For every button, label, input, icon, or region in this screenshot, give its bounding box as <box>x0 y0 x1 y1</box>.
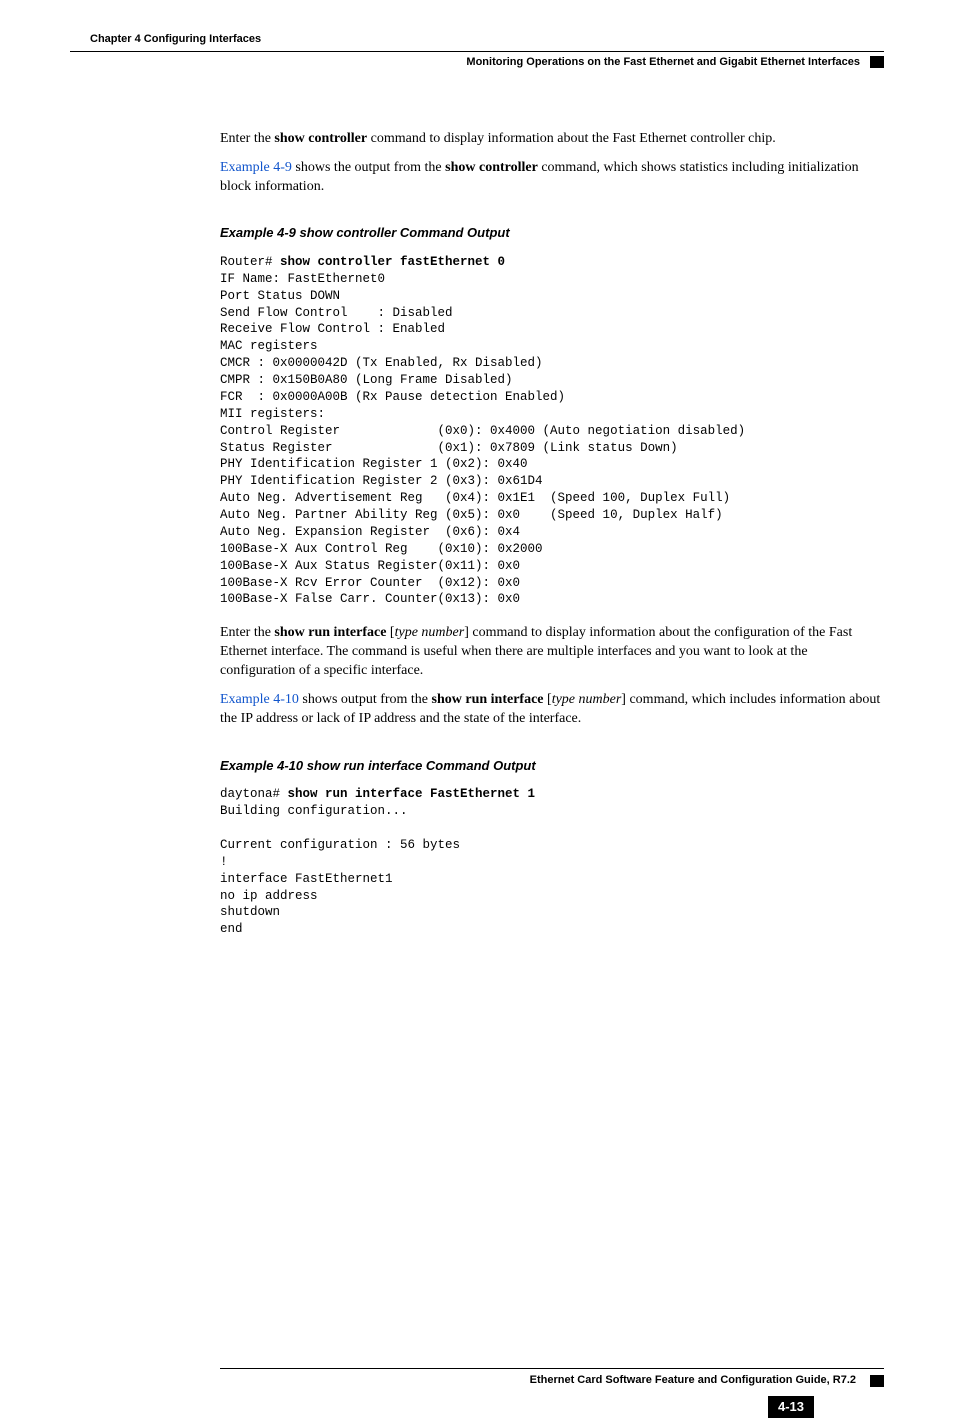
code-output: daytona# show run interface FastEthernet… <box>220 786 884 938</box>
text: command to display information about the… <box>367 131 776 146</box>
text: shows the output from the <box>292 160 445 175</box>
paragraph-intro: Enter the show controller command to dis… <box>220 130 884 149</box>
text: shows output from the <box>299 692 432 707</box>
paragraph-run-interface: Enter the show run interface [type numbe… <box>220 624 884 681</box>
code-body: IF Name: FastEthernet0 Port Status DOWN … <box>220 272 745 607</box>
sub-header: Monitoring Operations on the Fast Ethern… <box>70 55 884 70</box>
header-rule: Chapter 4 Configuring Interfaces <box>70 30 884 52</box>
example-heading: Example 4-9 show controller Command Outp… <box>220 224 884 242</box>
command-input: show controller fastEthernet 0 <box>280 255 505 269</box>
footer-wrap: Ethernet Card Software Feature and Confi… <box>70 1368 884 1388</box>
page-footer: Ethernet Card Software Feature and Confi… <box>220 1368 884 1388</box>
command-arg: type number <box>395 625 465 640</box>
example-link[interactable]: Example 4-10 <box>220 692 299 707</box>
page-content: Enter the show controller command to dis… <box>220 130 884 938</box>
command-name: show run interface <box>274 625 386 640</box>
paragraph-example-ref: Example 4-9 shows the output from the sh… <box>220 159 884 197</box>
footer-guide-title: Ethernet Card Software Feature and Confi… <box>530 1373 856 1388</box>
text: [ <box>544 692 552 707</box>
chapter-label: Chapter 4 Configuring Interfaces <box>70 33 261 45</box>
command-input: show run interface FastEthernet 1 <box>288 787 536 801</box>
command-name: show run interface <box>432 692 544 707</box>
command-name: show controller <box>445 160 538 175</box>
text: Enter the <box>220 625 274 640</box>
code-output: Router# show controller fastEthernet 0 I… <box>220 254 884 608</box>
prompt: Router# <box>220 255 280 269</box>
header-marker-icon <box>870 56 884 68</box>
footer-marker-icon <box>870 1375 884 1387</box>
command-arg: type number <box>552 692 622 707</box>
example-heading: Example 4-10 show run interface Command … <box>220 757 884 775</box>
page-number-badge: 4-13 <box>768 1396 814 1418</box>
code-body: Building configuration... Current config… <box>220 804 460 936</box>
text: [ <box>386 625 394 640</box>
text: Enter the <box>220 131 274 146</box>
prompt: daytona# <box>220 787 288 801</box>
command-name: show controller <box>274 131 367 146</box>
example-link[interactable]: Example 4-9 <box>220 160 292 175</box>
paragraph-example-ref-2: Example 4-10 shows output from the show … <box>220 691 884 729</box>
section-title: Monitoring Operations on the Fast Ethern… <box>466 55 860 70</box>
